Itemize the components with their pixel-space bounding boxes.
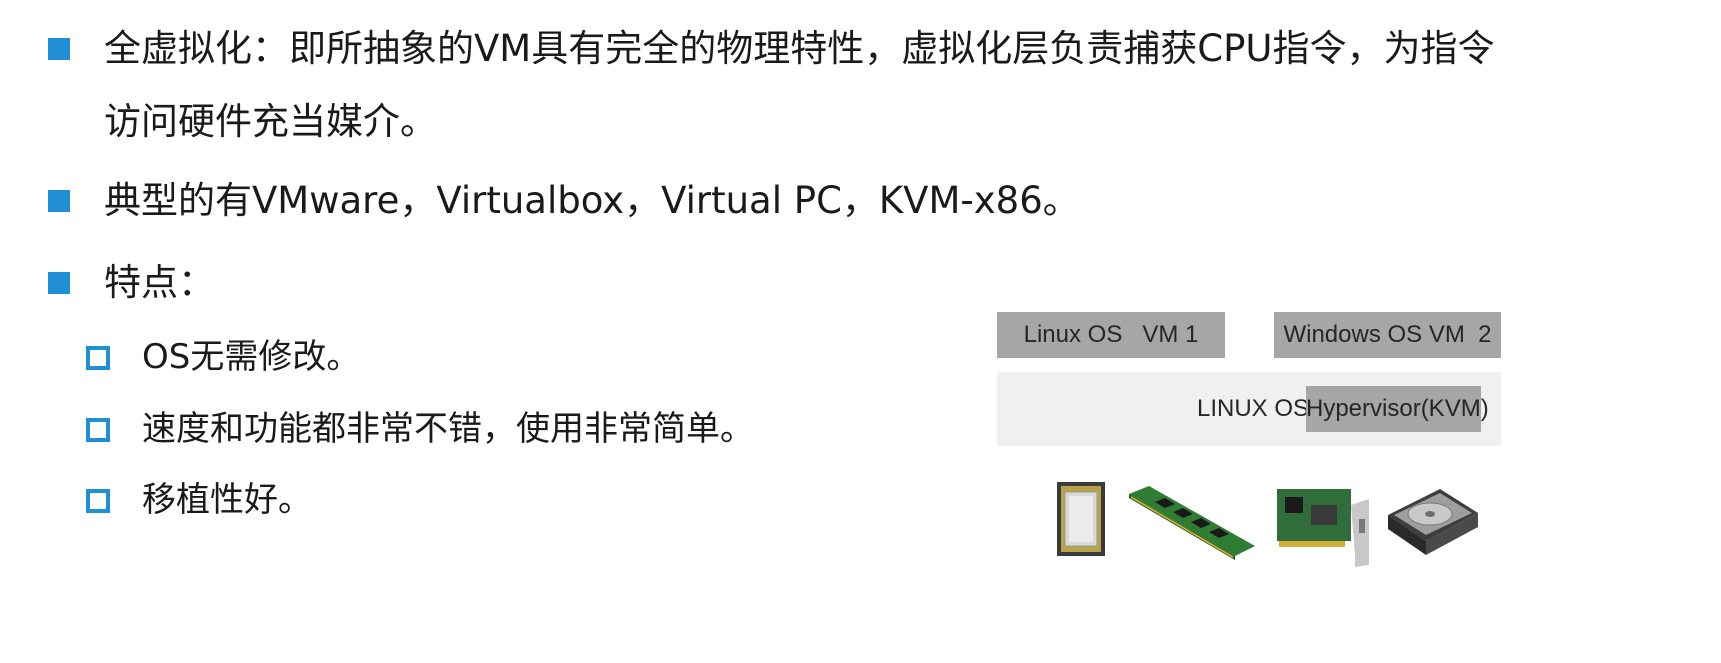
bullet-square-icon — [48, 272, 70, 294]
hypervisor-box: Hypervisor(KVM) — [1306, 386, 1489, 432]
sub-bullet-3-text: 移植性好。 — [142, 480, 312, 520]
bullet-1-line-1: 全虚拟化：即所抽象的VM具有完全的物理特性，虚拟化层负责捕获CPU指令，为指令 — [104, 27, 1495, 70]
cpu-icon — [1057, 482, 1105, 556]
slide: { "bullets": [ { "line1": "全虚拟化：即所抽象的VM具… — [0, 0, 1721, 663]
sub-bullet-2-text: 速度和功能都非常不错，使用非常简单。 — [142, 409, 754, 449]
vm1-box: Linux OS VM 1 — [997, 312, 1225, 358]
ram-module-icon — [1129, 486, 1255, 560]
hollow-square-bullet-icon — [86, 418, 110, 442]
bullet-3-text: 特点： — [104, 261, 215, 304]
bullet-1-line-2: 访问硬件充当媒介。 — [104, 100, 437, 143]
hollow-square-bullet-icon — [86, 489, 110, 513]
bullet-square-icon — [48, 38, 70, 60]
bullet-square-icon — [48, 190, 70, 212]
vm2-box: Windows OS VM 2 — [1274, 312, 1501, 358]
hollow-square-bullet-icon — [86, 346, 110, 370]
hard-disk-icon — [1388, 489, 1478, 555]
bullet-2-text: 典型的有VMware，Virtualbox，Virtual PC，KVM-x86… — [104, 179, 1080, 222]
host-os-label: LINUX OS — [1197, 395, 1316, 422]
network-card-icon — [1277, 489, 1369, 567]
sub-bullet-1-text: OS无需修改。 — [142, 337, 361, 377]
